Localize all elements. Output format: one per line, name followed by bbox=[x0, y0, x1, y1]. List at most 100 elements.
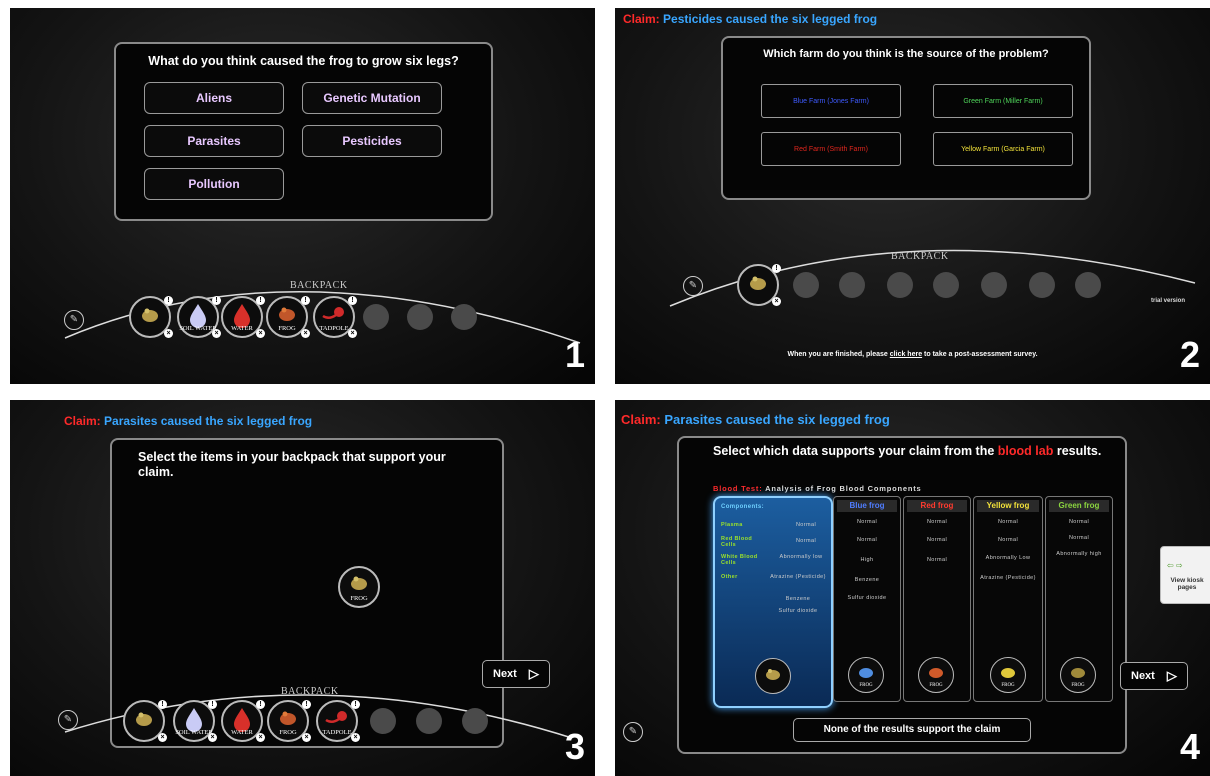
pencil-icon[interactable]: ✎ bbox=[683, 276, 703, 296]
empty-backpack-slot bbox=[462, 708, 488, 734]
remove-badge[interactable]: × bbox=[256, 733, 265, 742]
info-badge[interactable]: ! bbox=[164, 296, 173, 305]
blue-frog-column[interactable]: Blue frog Normal Normal High Benzene Sul… bbox=[833, 496, 901, 702]
value-cell: Benzene bbox=[854, 577, 880, 583]
value-cell: Normal bbox=[926, 537, 948, 543]
remove-badge[interactable]: × bbox=[301, 329, 310, 338]
value-cell: Normal bbox=[1068, 519, 1090, 525]
info-badge[interactable]: ! bbox=[256, 296, 265, 305]
remove-badge[interactable]: × bbox=[351, 733, 360, 742]
backpack-item-frog[interactable]: FROG ! × bbox=[267, 700, 311, 742]
value-cell: Normal bbox=[856, 519, 878, 525]
footer-text-end: to take a post-assessment survey. bbox=[922, 351, 1038, 358]
footer-text: When you are finished, please bbox=[787, 351, 890, 358]
claim-label: Claim: bbox=[621, 412, 661, 427]
instruction-highlight: blood lab bbox=[997, 444, 1054, 458]
frog-caption: FROG bbox=[1071, 683, 1085, 688]
green-frog-icon: FROG bbox=[1060, 657, 1096, 693]
backpack-item-six-legged-frog[interactable]: ! × bbox=[129, 296, 173, 338]
instruction-text: Select which data supports your claim fr… bbox=[713, 444, 1113, 458]
info-badge[interactable]: ! bbox=[351, 700, 360, 709]
remove-badge[interactable]: × bbox=[158, 733, 167, 742]
pencil-icon[interactable]: ✎ bbox=[58, 710, 78, 730]
backpack-item-water[interactable]: WATER ! × bbox=[221, 700, 265, 742]
blue-frog-icon: FROG bbox=[848, 657, 884, 693]
frog-caption: FROG bbox=[1001, 683, 1015, 688]
info-badge[interactable]: ! bbox=[158, 700, 167, 709]
empty-backpack-slot bbox=[407, 304, 433, 330]
none-support-button[interactable]: None of the results support the claim bbox=[793, 718, 1031, 742]
backpack-item-frog[interactable]: FROG ! × bbox=[266, 296, 310, 338]
yellow-frog-icon: FROG bbox=[990, 657, 1026, 693]
kiosk-popup[interactable]: ⇦ ⇨ View kiosk pages bbox=[1160, 546, 1210, 604]
trial-version-label: trial version bbox=[1151, 298, 1186, 304]
instruction-start: Select which data supports your claim fr… bbox=[713, 444, 998, 458]
next-button[interactable]: Next ▷ bbox=[1120, 662, 1188, 690]
red-frog-column[interactable]: Red frog Normal Normal Normal FROG bbox=[903, 496, 971, 702]
backpack-item-six-legged-frog[interactable]: ! × bbox=[737, 264, 781, 306]
empty-backpack-slot bbox=[933, 272, 959, 298]
pencil-icon[interactable]: ✎ bbox=[623, 722, 643, 742]
blood-lab-box: Select which data supports your claim fr… bbox=[677, 436, 1127, 754]
value-cell: Normal bbox=[997, 519, 1019, 525]
value-cell: Benzene bbox=[785, 596, 811, 602]
remove-badge[interactable]: × bbox=[164, 329, 173, 338]
next-label: Next bbox=[1131, 670, 1155, 682]
backpack-item-soil-water[interactable]: SOIL WATER ! × bbox=[177, 296, 221, 338]
info-badge[interactable]: ! bbox=[348, 296, 357, 305]
panel-number: 1 bbox=[564, 334, 585, 375]
panel-2-farm-question: Claim: Pesticides caused the six legged … bbox=[615, 8, 1210, 384]
six-legged-frog-icon bbox=[755, 658, 791, 694]
panel-1-cause-question: What do you think caused the frog to gro… bbox=[10, 8, 595, 384]
info-badge[interactable]: ! bbox=[212, 296, 221, 305]
empty-backpack-slot bbox=[363, 304, 389, 330]
info-badge[interactable]: ! bbox=[772, 264, 781, 273]
row-white-blood-cells: White Blood Cells bbox=[721, 554, 758, 566]
value-cell: Normal bbox=[795, 538, 817, 544]
green-frog-column[interactable]: Green frog Normal Normal Abnormally high… bbox=[1045, 496, 1113, 702]
info-badge[interactable]: ! bbox=[208, 700, 217, 709]
survey-link[interactable]: click here bbox=[890, 351, 922, 358]
backpack-item-soil-water[interactable]: SOIL WATER ! × bbox=[173, 700, 217, 742]
yellow-frog-column[interactable]: Yellow frog Normal Normal Abnormally Low… bbox=[973, 496, 1043, 702]
frog-icon bbox=[136, 712, 152, 726]
backpack-item-tadpole[interactable]: TADPOLE ! × bbox=[316, 700, 360, 742]
info-badge[interactable]: ! bbox=[302, 700, 311, 709]
remove-badge[interactable]: × bbox=[772, 297, 781, 306]
frog-icon bbox=[766, 669, 780, 680]
backpack-item-tadpole[interactable]: TADPOLE ! × bbox=[313, 296, 357, 338]
panel-3-select-evidence: Claim: Parasites caused the six legged f… bbox=[10, 400, 595, 776]
column-header: Yellow frog bbox=[977, 500, 1039, 512]
empty-backpack-slot bbox=[416, 708, 442, 734]
red-frog-icon: FROG bbox=[918, 657, 954, 693]
row-other: Other bbox=[721, 574, 738, 580]
empty-backpack-slot bbox=[370, 708, 396, 734]
remove-badge[interactable]: × bbox=[212, 329, 221, 338]
value-cell: Sulfur dioxide bbox=[847, 595, 887, 601]
six-legged-frog-column[interactable]: Components: Plasma Red Blood Cells White… bbox=[713, 496, 833, 708]
info-badge[interactable]: ! bbox=[301, 296, 310, 305]
panel-number: 2 bbox=[1179, 334, 1200, 375]
empty-backpack-slot bbox=[1075, 272, 1101, 298]
info-badge[interactable]: ! bbox=[256, 700, 265, 709]
value-cell: Normal bbox=[856, 537, 878, 543]
backpack-item-six-legged-frog[interactable]: ! × bbox=[123, 700, 167, 742]
pencil-icon[interactable]: ✎ bbox=[64, 310, 84, 330]
value-cell: Sulfur dioxide bbox=[778, 608, 818, 614]
panel-4-blood-lab: Claim: Parasites caused the six legged f… bbox=[615, 400, 1210, 776]
empty-backpack-slot bbox=[887, 272, 913, 298]
remove-badge[interactable]: × bbox=[348, 329, 357, 338]
value-cell: Normal bbox=[926, 557, 948, 563]
remove-badge[interactable]: × bbox=[302, 733, 311, 742]
backpack-item-water[interactable]: WATER ! × bbox=[221, 296, 265, 338]
backpack-label: BACKPACK bbox=[281, 686, 339, 697]
empty-backpack-slot bbox=[981, 272, 1007, 298]
claim-text: Parasites caused the six legged frog bbox=[664, 412, 890, 427]
value-cell: Atrazine (Pesticide) bbox=[980, 575, 1036, 581]
remove-badge[interactable]: × bbox=[256, 329, 265, 338]
frog-caption: FROG bbox=[929, 683, 943, 688]
empty-backpack-slot bbox=[793, 272, 819, 298]
column-header: Green frog bbox=[1049, 500, 1109, 512]
remove-badge[interactable]: × bbox=[208, 733, 217, 742]
panel-number: 3 bbox=[564, 726, 585, 767]
